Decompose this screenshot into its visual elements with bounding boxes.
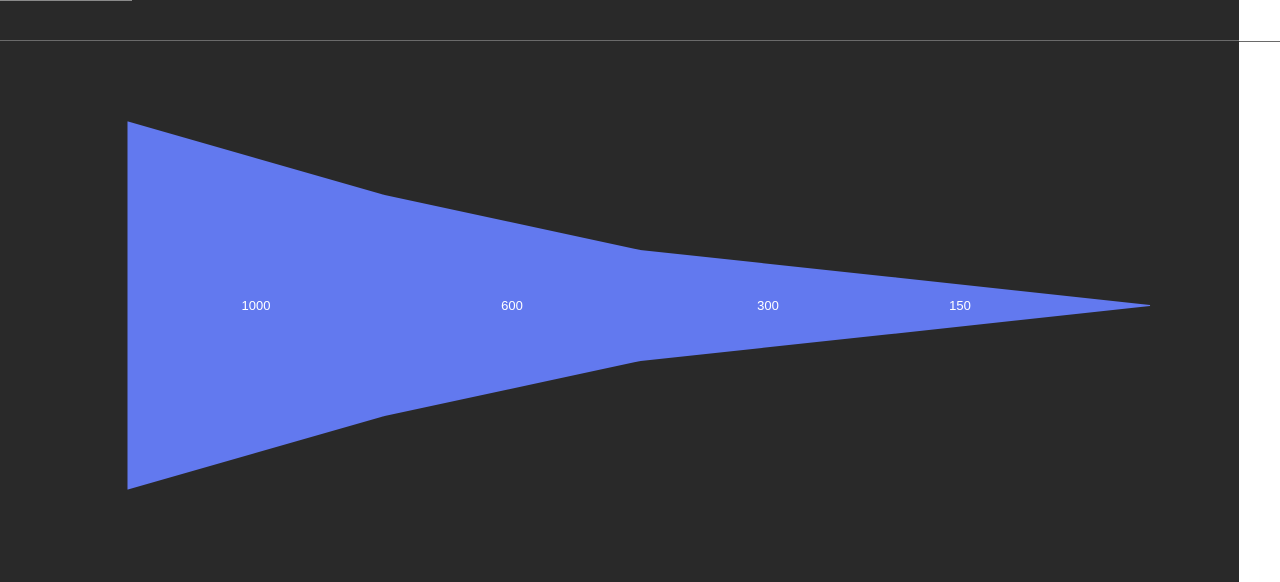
funnel-stage-4[interactable] [895,277,1151,334]
chart-area: 1000 600 300 150 [0,0,1239,582]
data-label-1: 1000 [242,298,271,313]
data-label-3: 300 [757,298,779,313]
divider-line [1239,41,1280,42]
data-label-2: 600 [501,298,523,313]
data-label-4: 150 [949,298,971,313]
funnel-chart: 1000 600 300 150 [127,121,1151,490]
